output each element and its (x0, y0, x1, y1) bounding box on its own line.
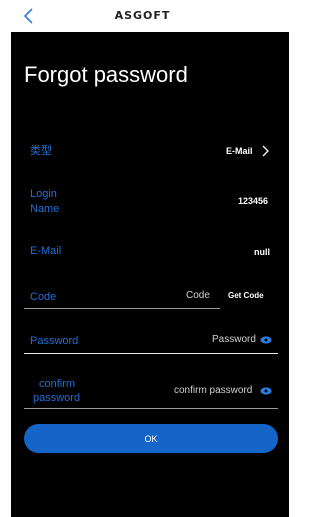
code-label: Code (30, 291, 57, 303)
email-label: E-Mail (30, 245, 62, 257)
forgot-password-screen: Forgot password 类型 E-Mail Login Name 123… (11, 32, 289, 517)
code-underline (24, 308, 220, 309)
confirm-password-underline (24, 408, 278, 409)
get-code-button[interactable]: Get Code (228, 291, 264, 300)
page-title: Forgot password (24, 62, 188, 87)
email-value: null (254, 247, 270, 257)
type-value: E-Mail (226, 146, 253, 156)
login-name-label-line1: Login (30, 188, 57, 200)
password-label: Password (30, 335, 79, 347)
login-name-value: 123456 (238, 196, 269, 206)
type-label: 类型 (30, 145, 52, 157)
confirm-password-input[interactable]: confirm password (174, 385, 252, 396)
eye-icon[interactable] (260, 336, 272, 344)
app-logo: ASGOFT (114, 9, 171, 22)
confirm-password-label-line2: password (33, 392, 81, 404)
chevron-right-icon[interactable] (261, 145, 269, 157)
eye-icon[interactable] (260, 387, 272, 395)
top-bar: ASGOFT (0, 0, 285, 32)
confirm-password-label-line1: confirm (39, 378, 76, 390)
ok-button[interactable]: OK (24, 424, 278, 453)
password-underline (24, 353, 278, 354)
code-input[interactable]: Code (186, 290, 210, 301)
login-name-label-line2: Name (30, 203, 60, 215)
password-input[interactable]: Password (212, 334, 256, 345)
